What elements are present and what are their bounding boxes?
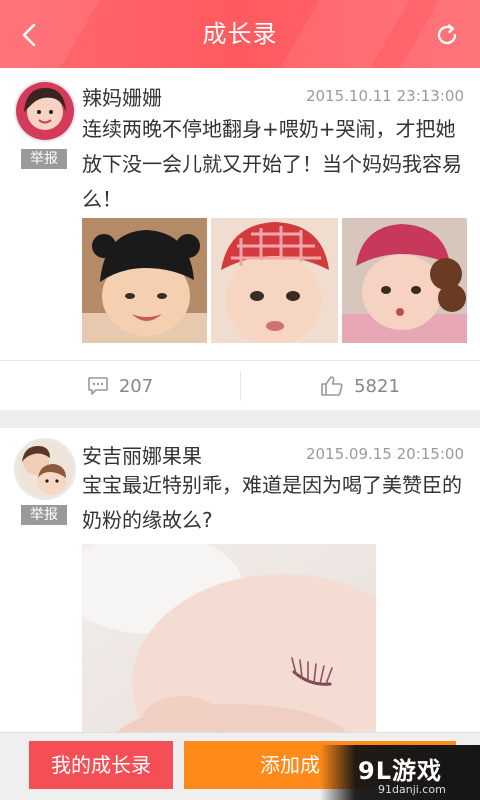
comment-button[interactable]: 207 (0, 361, 240, 411)
feed-list[interactable]: 举报 辣妈姗姗 2015.10.11 23:13:00 连续两晚不停地翻身+喂奶… (0, 68, 480, 732)
like-button[interactable]: 5821 (240, 361, 480, 411)
watermark-url: 91danji.com (378, 783, 446, 796)
watermark-logo: 9L游戏 (358, 757, 442, 785)
like-count: 5821 (354, 375, 400, 397)
comment-icon (88, 377, 108, 395)
baby-black-hat-photo[interactable] (82, 218, 207, 343)
feed-post: 举报 安吉丽娜果果 2015.09.15 20:15:00 宝宝最近特别乖，难道… (0, 428, 480, 732)
post-content: 连续两晚不停地翻身+喂奶+哭闹，才把她放下没一会儿就又开始了！当个妈妈我容易么！ (82, 117, 462, 211)
refresh-icon (437, 24, 457, 45)
post-content: 宝宝最近特别乖，难道是因为喝了美赞臣的奶粉的缘故么? (82, 473, 462, 532)
page-title: 成长录 (202, 20, 278, 48)
baby-pink-hat-photo[interactable] (342, 218, 467, 343)
author-name[interactable]: 安吉丽娜果果 (82, 440, 202, 469)
add-button-label: 添加成 (260, 753, 320, 777)
baby-red-bandana-photo[interactable] (211, 218, 338, 343)
feed-post: 举报 辣妈姗姗 2015.10.11 23:13:00 连续两晚不停地翻身+喂奶… (0, 68, 480, 410)
app-header: 成长录 (0, 0, 480, 68)
site-watermark: 9L游戏 91danji.com (320, 745, 480, 800)
avatar[interactable] (14, 438, 76, 500)
post-time: 2015.10.11 23:13:00 (305, 87, 464, 105)
refresh-button[interactable] (432, 20, 462, 50)
sleeping-baby-photo[interactable] (82, 544, 376, 732)
report-button[interactable]: 举报 (21, 505, 67, 525)
comment-count: 207 (118, 375, 154, 397)
my-growth-record-button[interactable]: 我的成长录 (29, 741, 173, 789)
post-separator (0, 410, 480, 428)
report-button[interactable]: 举报 (21, 149, 67, 169)
thumbs-up-icon (321, 376, 343, 396)
post-time: 2015.09.15 20:15:00 (305, 445, 464, 463)
author-name[interactable]: 辣妈姗姗 (82, 82, 162, 111)
post-actions: 207 5821 (0, 360, 480, 410)
avatar[interactable] (14, 80, 76, 142)
